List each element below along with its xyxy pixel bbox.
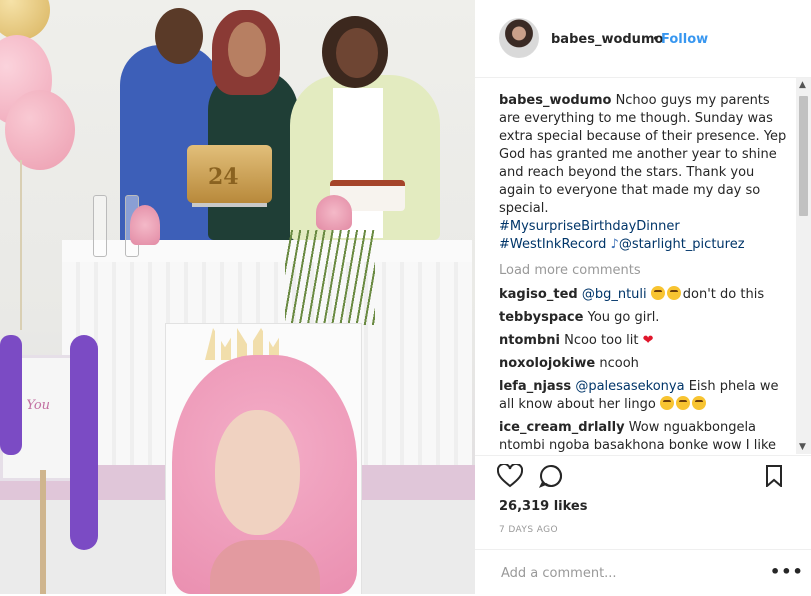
caption-username[interactable]: babes_wodumo (499, 93, 611, 108)
likes-count[interactable]: 26,319 likes (499, 499, 587, 514)
comment-username[interactable]: noxolojokiwe (499, 356, 595, 371)
post-header: babes_wodumo • Follow (475, 0, 811, 78)
comment-username[interactable]: kagiso_ted (499, 287, 578, 302)
comment-username[interactable]: lefa_njass (499, 379, 571, 394)
post-actions: 26,319 likes 7 DAYS AGO ••• (475, 455, 811, 596)
laughing-emoji-icon (675, 396, 690, 410)
mention-link[interactable]: @bg_ntuli (582, 287, 647, 302)
portrait-face (215, 410, 300, 535)
flower-vase (316, 195, 352, 230)
scroll-up-icon[interactable]: ▲ (799, 80, 806, 90)
heart-icon[interactable] (496, 462, 524, 492)
flower-vase (130, 205, 160, 245)
person-babes-face (228, 22, 266, 77)
comment-item: noxolojokiwe ncooh (499, 355, 791, 373)
champagne-glass (93, 195, 107, 257)
comment-text: You go girl. (587, 310, 660, 325)
cake-stand (192, 203, 267, 207)
bookmark-icon[interactable] (765, 465, 783, 491)
follow-button[interactable]: Follow (661, 32, 708, 47)
post-username[interactable]: babes_wodumo (551, 32, 663, 47)
mention-link[interactable]: @palesasekonya (575, 379, 684, 394)
balloon-string (20, 160, 22, 330)
comment-item: ntombni Ncoo too lit ❤ (499, 332, 791, 350)
add-comment-bar: ••• (475, 549, 811, 596)
hashtag-link[interactable]: #WestInkRecord (499, 237, 606, 252)
red-heart-emoji-icon: ❤ (642, 333, 654, 348)
comment-item: kagiso_ted @bg_ntuli don't do this (499, 286, 791, 304)
laughing-emoji-icon (659, 396, 674, 410)
grass-decoration (285, 230, 375, 325)
person-father-head (155, 8, 203, 64)
balloon-gold (0, 0, 50, 40)
feather-boa (0, 335, 22, 455)
comment-icon[interactable] (538, 464, 563, 492)
comments-list[interactable]: babes_wodumo Nchoo guys my parents are e… (499, 92, 791, 452)
feather-boa (70, 335, 98, 550)
load-more-comments-button[interactable]: Load more comments (499, 262, 791, 280)
post-caption: babes_wodumo Nchoo guys my parents are e… (499, 92, 791, 254)
more-options-icon[interactable]: ••• (770, 562, 804, 581)
avatar[interactable] (499, 18, 539, 58)
comment-item: tebbyspace You go girl. (499, 309, 791, 327)
easel (40, 470, 46, 594)
add-comment-input[interactable] (499, 562, 743, 584)
portrait-shoulders (210, 540, 320, 594)
comment-text: don't do this (682, 287, 765, 302)
cake-number: 24 (208, 164, 239, 190)
post-photo[interactable]: 24 nk You (0, 0, 475, 594)
comment-text: ncooh (599, 356, 639, 371)
post-sidebar: babes_wodumo • Follow babes_wodumo Nchoo… (475, 0, 811, 594)
mention-link[interactable]: @starlight_picturez (619, 237, 745, 252)
comment-username[interactable]: tebbyspace (499, 310, 583, 325)
laughing-emoji-icon (650, 286, 665, 300)
comments-scrollbar[interactable]: ▲ ▼ (796, 78, 811, 454)
separator-dot: • (652, 32, 660, 47)
comment-text: Ncoo too lit (564, 333, 639, 348)
person-mother-face (336, 28, 378, 78)
laughing-emoji-icon (666, 286, 681, 300)
comment-item: ice_cream_drlally Wow nguakbongela ntomb… (499, 419, 791, 452)
comment-username[interactable]: ntombni (499, 333, 560, 348)
post-timestamp: 7 DAYS AGO (499, 525, 558, 535)
laughing-emoji-icon (691, 396, 706, 410)
balloon-pink (5, 90, 75, 170)
comment-username[interactable]: ice_cream_drlally (499, 420, 625, 435)
caption-text: Nchoo guys my parents are everything to … (499, 93, 787, 216)
comment-item: lefa_njass @palesasekonya Eish phela we … (499, 378, 791, 414)
scrollbar-thumb[interactable] (799, 96, 808, 216)
music-note-emoji-icon: ♪ (610, 237, 619, 252)
scroll-down-icon[interactable]: ▼ (799, 442, 806, 452)
hashtag-link[interactable]: #MysurpriseBirthdayDinner (499, 219, 680, 234)
